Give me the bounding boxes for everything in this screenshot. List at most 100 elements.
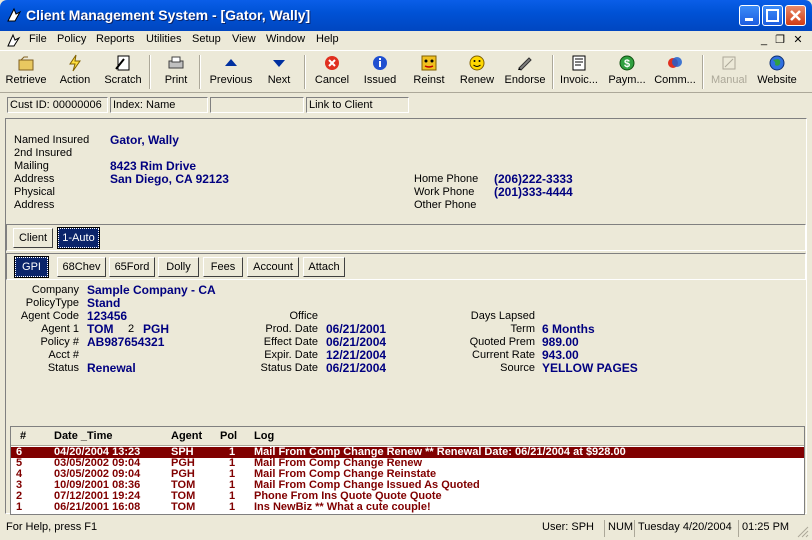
- mdi-restore-icon[interactable]: ❐: [773, 33, 787, 47]
- info-icon: [373, 56, 387, 70]
- commission-button[interactable]: Comm...: [653, 53, 697, 91]
- dollar-icon: $: [619, 55, 635, 71]
- document-icon[interactable]: [6, 33, 22, 48]
- tab-dolly[interactable]: Dolly: [158, 257, 199, 277]
- term-label: Term: [510, 323, 535, 335]
- log-row-number: 1: [16, 501, 23, 513]
- tab-client[interactable]: Client: [13, 228, 53, 248]
- retrieve-button[interactable]: Retrieve: [3, 53, 49, 91]
- home-phone-label: Home Phone: [414, 173, 479, 185]
- reinstate-icon: [421, 55, 437, 71]
- prod-date-value: 06/21/2001: [326, 322, 387, 336]
- resize-grip-icon[interactable]: [797, 526, 809, 538]
- mdi-minimize-icon[interactable]: _: [757, 33, 771, 47]
- printer-icon: [168, 56, 184, 69]
- minimize-button[interactable]: [739, 5, 760, 26]
- renew-button[interactable]: Renew: [457, 53, 497, 91]
- toolbar-separator: [702, 55, 704, 89]
- named-insured-label: Named Insured: [14, 134, 90, 146]
- column-agent[interactable]: Agent: [171, 430, 202, 442]
- days-lapsed-label: Days Lapsed: [470, 310, 535, 322]
- title-bar[interactable]: Client Management System - [Gator, Wally…: [0, 0, 812, 31]
- commission-icon: [668, 57, 682, 68]
- print-button[interactable]: Print: [158, 53, 194, 91]
- action-button[interactable]: Action: [56, 53, 94, 91]
- physical-address-label: Address: [14, 199, 55, 211]
- num-lock-status: NUM: [604, 520, 633, 537]
- menu-reports[interactable]: Reports: [96, 33, 135, 45]
- status-bar: For Help, press F1 User: SPH NUM Tuesday…: [0, 517, 812, 540]
- prod-date-label: Prod. Date: [265, 323, 318, 335]
- tab-fees[interactable]: Fees: [203, 257, 243, 277]
- toolbar: Retrieve Action Scratch Print Previous N…: [0, 50, 812, 93]
- address-line2: San Diego, CA 92123: [110, 172, 229, 186]
- invoice-button[interactable]: Invoic...: [557, 53, 601, 91]
- tab-attach[interactable]: Attach: [303, 257, 345, 277]
- policytype-value: Stand: [87, 296, 121, 310]
- current-rate-label: Current Rate: [472, 349, 535, 361]
- toolbar-separator: [552, 55, 554, 89]
- globe-icon: [769, 55, 785, 71]
- tab-68chev[interactable]: 68Chev: [57, 257, 106, 277]
- svg-text:$: $: [624, 58, 630, 70]
- minimize-icon: [745, 18, 753, 21]
- issued-button[interactable]: Issued: [360, 53, 400, 91]
- log-row-datetime: 06/21/2001 16:08: [54, 501, 141, 513]
- tab-1-auto[interactable]: 1-Auto: [57, 227, 100, 249]
- menu-utilities[interactable]: Utilities: [146, 33, 181, 45]
- log-row-pol: 1: [229, 501, 236, 513]
- column-pol[interactable]: Pol: [220, 430, 237, 442]
- quoted-prem-label: Quoted Prem: [469, 336, 535, 348]
- manual-icon: [722, 56, 736, 70]
- tab-gpi[interactable]: GPI: [14, 256, 49, 278]
- column-log[interactable]: Log: [254, 430, 274, 442]
- log-header: # Date _Time Agent Pol Log: [11, 427, 804, 446]
- policy-number-label: Policy #: [40, 336, 79, 348]
- cancel-icon: [325, 56, 339, 70]
- named-insured-value: Gator, Wally: [110, 133, 179, 147]
- current-rate-value: 943.00: [542, 348, 579, 362]
- smiley-icon: [469, 55, 485, 71]
- scratch-button[interactable]: Scratch: [102, 53, 144, 91]
- log-list[interactable]: # Date _Time Agent Pol Log 6 04/20/2004 …: [10, 426, 805, 515]
- manual-button: Manual: [708, 53, 750, 91]
- help-status: For Help, press F1: [6, 521, 98, 533]
- next-button[interactable]: Next: [262, 53, 296, 91]
- info-bar: Cust ID: 00000006 Index: Name Link to Cl…: [0, 94, 812, 116]
- company-value: Sample Company - CA: [87, 283, 216, 297]
- second-insured-label: 2nd Insured: [14, 147, 73, 159]
- mdi-close-icon[interactable]: ✕: [791, 33, 805, 47]
- payment-button[interactable]: $ Paym...: [605, 53, 649, 91]
- close-button[interactable]: [785, 5, 806, 26]
- agent-code-value: 123456: [87, 309, 128, 323]
- arrow-up-icon: [225, 59, 237, 66]
- website-button[interactable]: Website: [754, 53, 800, 91]
- tab-65ford[interactable]: 65Ford: [109, 257, 155, 277]
- reinstate-button[interactable]: Reinst: [409, 53, 449, 91]
- log-row-agent: TOM: [171, 501, 196, 513]
- endorse-button[interactable]: Endorse: [503, 53, 547, 91]
- client-tab-strip: Client 1-Auto: [6, 224, 806, 251]
- office-label: Office: [289, 310, 318, 322]
- menu-setup[interactable]: Setup: [192, 33, 221, 45]
- cancel-button[interactable]: Cancel: [312, 53, 352, 91]
- tab-account[interactable]: Account: [247, 257, 299, 277]
- menu-window[interactable]: Window: [266, 33, 305, 45]
- mailing-label: Mailing: [14, 160, 49, 172]
- policy-number-value: AB987654321: [87, 335, 165, 349]
- client-panel: Named Insured Gator, Wally 2nd Insured M…: [5, 118, 807, 515]
- agent1-value: TOM: [87, 322, 114, 336]
- previous-button[interactable]: Previous: [206, 53, 256, 91]
- link-to-client-field[interactable]: Link to Client: [306, 97, 409, 113]
- log-row-text: Ins NewBiz ** What a cute couple!: [254, 501, 431, 513]
- menu-view[interactable]: View: [232, 33, 256, 45]
- menu-help[interactable]: Help: [316, 33, 339, 45]
- action-icon: [69, 54, 81, 72]
- menu-policy[interactable]: Policy: [57, 33, 86, 45]
- maximize-button[interactable]: [762, 5, 783, 26]
- column-number[interactable]: #: [20, 430, 26, 442]
- menu-file[interactable]: File: [29, 33, 47, 45]
- column-date-time[interactable]: Date _Time: [54, 430, 113, 442]
- source-value: YELLOW PAGES: [542, 361, 638, 375]
- log-row[interactable]: 1 06/21/2001 16:08 TOM 1 Ins NewBiz ** W…: [11, 502, 804, 513]
